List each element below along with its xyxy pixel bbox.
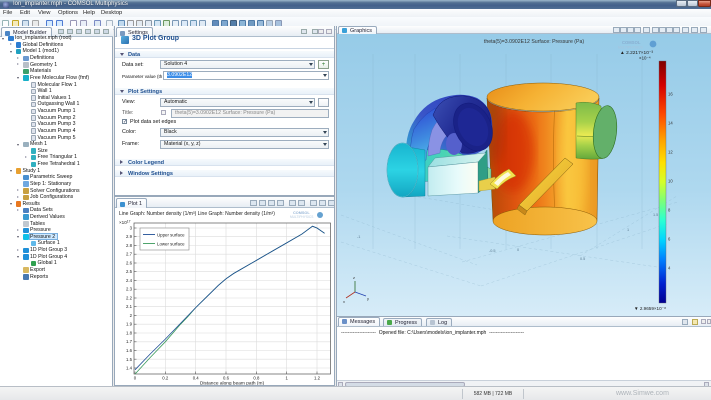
svg-text:▼ 2.9659×10⁻⁸: ▼ 2.9659×10⁻⁸: [634, 306, 666, 311]
svg-text:1.4: 1.4: [126, 366, 133, 371]
svg-text:0.8: 0.8: [253, 376, 260, 381]
svg-text:1.9: 1.9: [126, 322, 133, 327]
svg-text:×10⁻⁴: ×10⁻⁴: [639, 56, 651, 61]
svg-text:theta(5)=3.0902E12 Surface: P: theta(5)=3.0902E12 Surface: Pressure (Pa…: [484, 39, 584, 45]
svg-text:2.9: 2.9: [126, 234, 133, 239]
svg-text:MULTIPHYSICS: MULTIPHYSICS: [290, 215, 313, 219]
svg-text:0: 0: [517, 248, 519, 252]
svg-text:2.5: 2.5: [126, 269, 133, 274]
svg-text:MULTIPHYSICS: MULTIPHYSICS: [618, 46, 644, 50]
svg-text:0.4: 0.4: [193, 376, 200, 381]
svg-text:1.5: 1.5: [653, 213, 658, 217]
svg-text:-1: -1: [357, 235, 360, 239]
svg-text:0.2: 0.2: [162, 376, 169, 381]
svg-text:1.2: 1.2: [314, 376, 321, 381]
svg-text:16: 16: [668, 92, 673, 97]
svg-text:1: 1: [627, 228, 629, 232]
svg-text:2.7: 2.7: [126, 252, 133, 257]
svg-text:Upper surface: Upper surface: [157, 233, 185, 238]
svg-text:Distance along beam path (m): Distance along beam path (m): [200, 381, 265, 386]
svg-text:12: 12: [668, 150, 673, 155]
svg-text:y: y: [367, 296, 369, 301]
svg-text:2.2: 2.2: [126, 296, 133, 301]
svg-text:2.6: 2.6: [126, 261, 133, 266]
svg-text:x: x: [343, 299, 345, 304]
svg-text:COMSOL: COMSOL: [622, 40, 641, 45]
svg-text:1.6: 1.6: [126, 348, 133, 353]
svg-text:Line Graph: Number density (1/: Line Graph: Number density (1/m³) Line G…: [119, 211, 275, 217]
svg-text:2.8: 2.8: [126, 243, 133, 248]
svg-text:2.3: 2.3: [126, 287, 133, 292]
svg-text:0.6: 0.6: [223, 376, 230, 381]
svg-text:14: 14: [668, 121, 673, 126]
svg-text:1.5: 1.5: [126, 357, 133, 362]
svg-text:z: z: [353, 275, 355, 280]
svg-text:1.7: 1.7: [126, 339, 133, 344]
svg-text:-0.5: -0.5: [489, 249, 496, 253]
svg-text:2.4: 2.4: [126, 278, 133, 283]
svg-text:1.8: 1.8: [126, 331, 133, 336]
svg-text:Lower surface: Lower surface: [157, 242, 185, 247]
svg-text:0.5: 0.5: [580, 257, 585, 261]
svg-text:10: 10: [668, 179, 673, 184]
svg-text:2.1: 2.1: [126, 304, 133, 309]
